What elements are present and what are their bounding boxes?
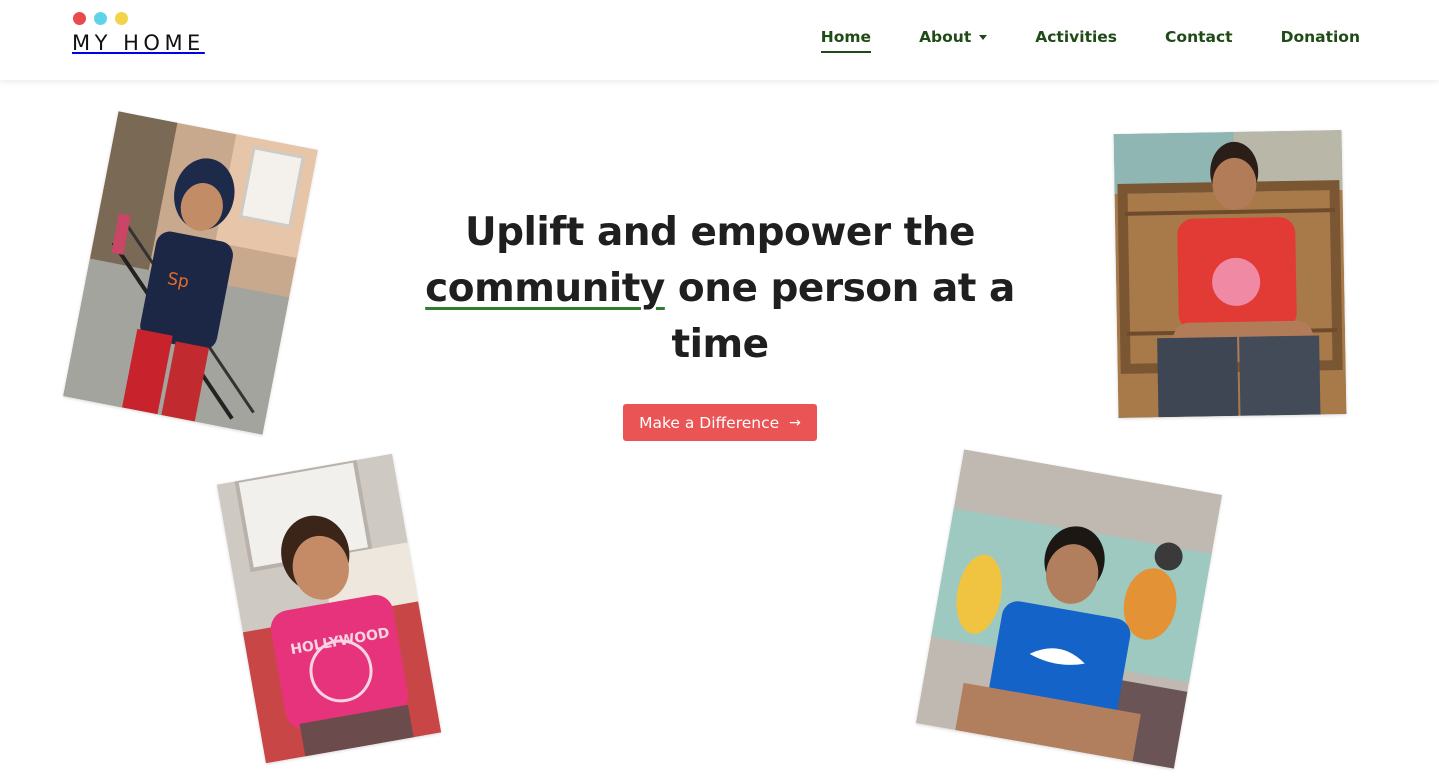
arrow-right-icon: → [789,414,801,431]
logo-dot-red [73,12,86,25]
hero-title: Uplift and empower the community one per… [420,205,1020,373]
logo-dot-yellow [115,12,128,25]
nav-link-about[interactable]: About [919,26,988,48]
nav-item-about: About [919,26,988,48]
nav-label: Donation [1280,28,1360,46]
nav-label: About [919,28,972,46]
hero-title-part1: Uplift and empower the [464,210,976,255]
nav-link-activities[interactable]: Activities [1035,26,1117,48]
nav-item-activities: Activities [1035,26,1117,48]
nav-item-contact: Contact [1165,26,1233,48]
hero-title-highlight: community [425,266,665,311]
logo-dot-cyan [94,12,107,25]
nav-item-donation: Donation [1281,26,1360,48]
photo-girl-pink-shirt: HOLLYWOOD [216,453,442,764]
chevron-down-icon [979,34,988,40]
nav-link-donation[interactable]: Donation [1281,26,1360,48]
logo-dots [73,12,232,25]
nav-link-contact[interactable]: Contact [1165,26,1233,48]
hero-section: Uplift and empower the community one per… [420,205,1020,373]
photo-boy-blue-shirt [915,449,1223,769]
logo-text: MY HOME [72,31,205,55]
photo-boy-red-shirt [1113,130,1347,418]
nav-item-home: Home [820,26,872,53]
nav-menu: Home About Activities Contact Donation [820,26,1360,53]
navbar: MY HOME Home About Activities Contact Do… [0,0,1439,80]
nav-link-home[interactable]: Home [820,26,872,53]
hero-title-part2: one person at a time [664,266,1015,367]
logo[interactable]: MY HOME [72,12,232,68]
nav-label: Home [820,28,872,46]
svg-text:Sp: Sp [166,269,191,293]
nav-label: Contact [1165,28,1233,46]
photo-boy-blue-hoodie: Sp [63,111,318,435]
cta-label: Make a Difference [639,413,780,432]
make-a-difference-button[interactable]: Make a Difference → [623,404,817,441]
nav-label: Activities [1035,28,1118,46]
